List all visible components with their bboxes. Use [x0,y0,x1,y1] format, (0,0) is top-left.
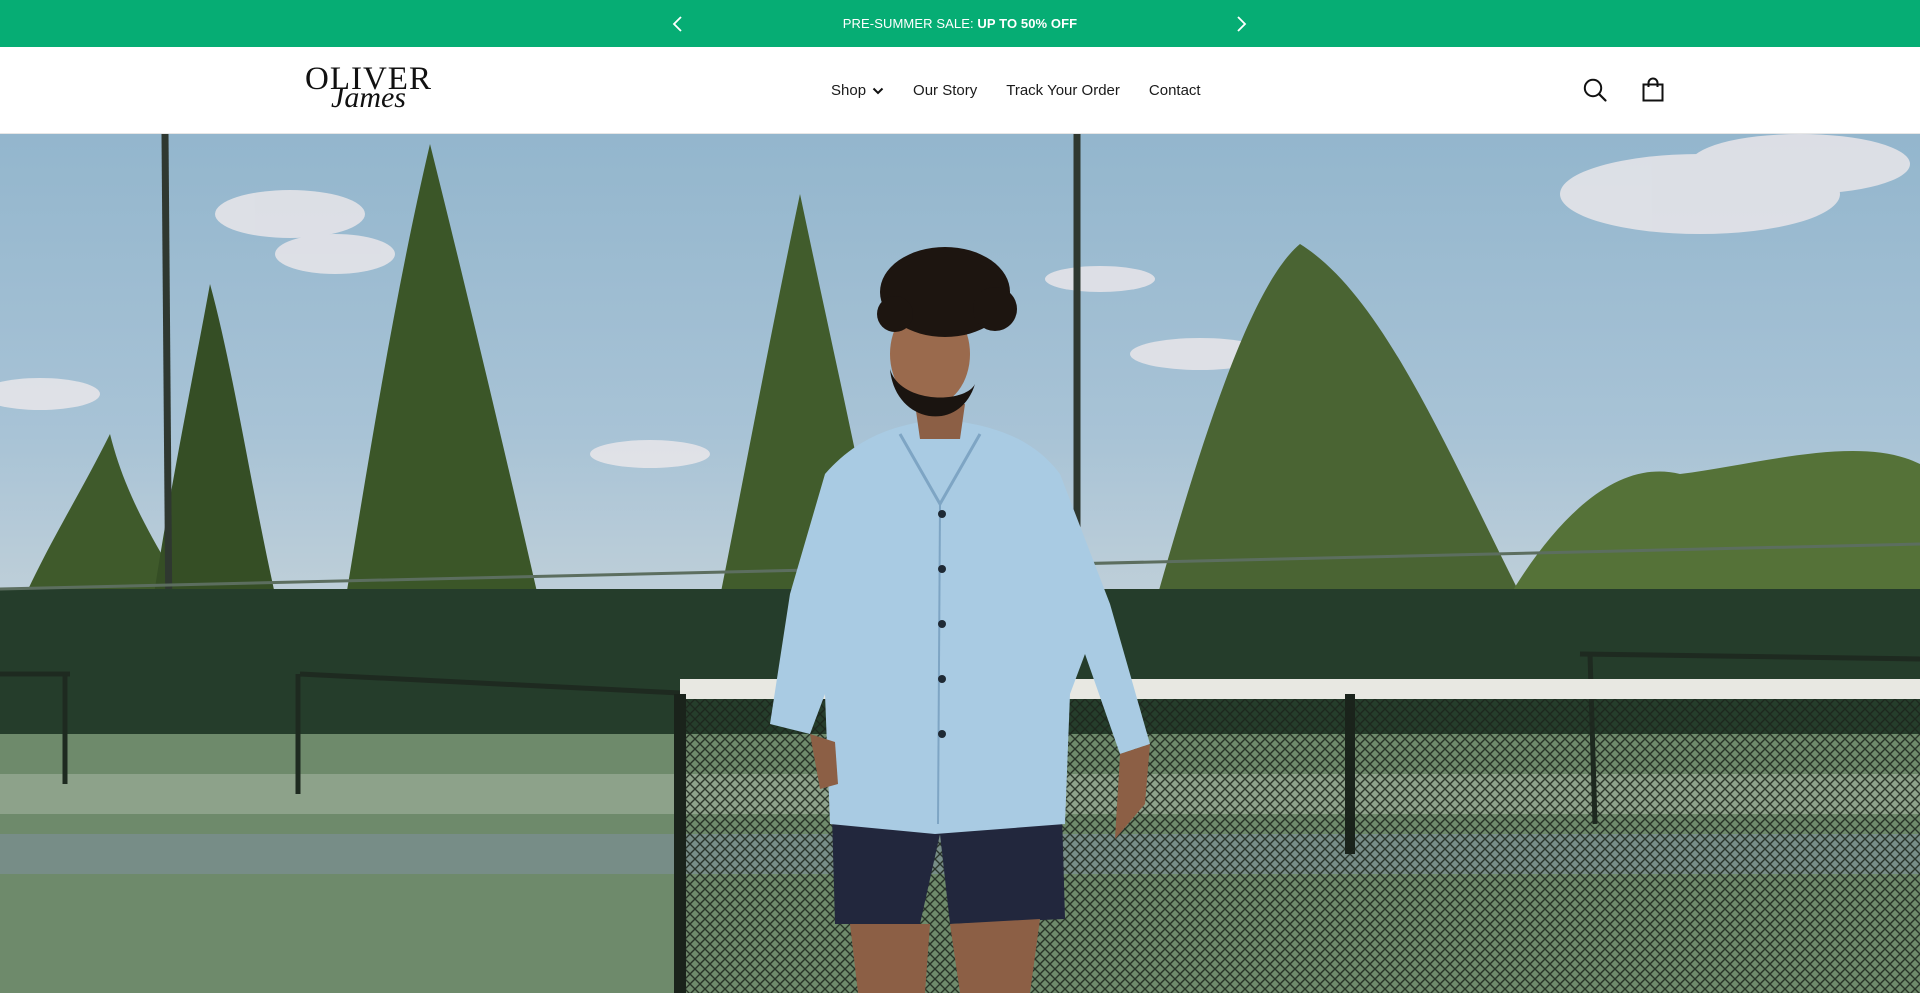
main-nav: Shop Our Story Track Your Order Contact [831,47,1201,134]
hero-image [0,134,1920,993]
hero-illustration [0,134,1920,993]
search-icon [1583,78,1607,102]
nav-item-contact[interactable]: Contact [1149,82,1201,99]
nav-label: Shop [831,82,867,99]
announcement-bar: PRE-SUMMER SALE: UP TO 50% OFF [0,0,1920,47]
chevron-right-icon [1237,15,1247,32]
chevron-left-icon [672,15,682,32]
nav-item-track-order[interactable]: Track Your Order [1006,82,1120,99]
announcement-prefix: PRE-SUMMER SALE: [842,16,978,31]
announcement-highlight: UP TO 50% OFF [977,16,1078,31]
announcement-next-button[interactable] [1221,0,1261,47]
logo-line2: James [331,81,406,114]
cart-button[interactable] [1637,74,1669,106]
logo[interactable]: OLIVER James [305,61,431,114]
nav-label: Track Your Order [1006,82,1120,99]
nav-item-our-story[interactable]: Our Story [913,82,977,99]
nav-label: Our Story [913,82,978,99]
search-button[interactable] [1579,74,1611,106]
nav-item-shop[interactable]: Shop [831,82,884,99]
announcement-prev-button[interactable] [658,0,698,47]
chevron-down-icon [872,87,884,94]
announcement-message[interactable]: PRE-SUMMER SALE: UP TO 50% OFF [843,16,1077,31]
site-header: OLIVER James Shop Our Story Track Your O… [0,47,1920,134]
nav-label: Contact [1148,82,1201,99]
shopping-bag-icon [1642,77,1664,102]
